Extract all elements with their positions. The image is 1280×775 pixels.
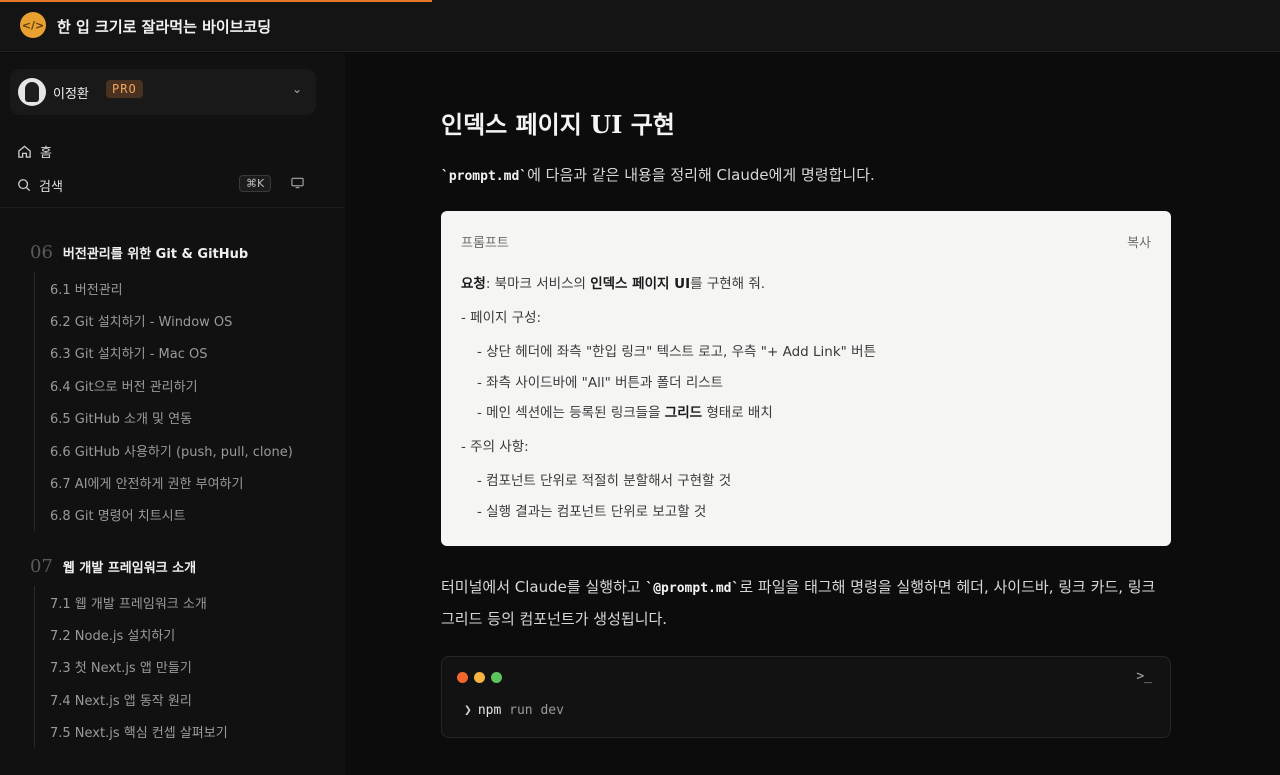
request-text: : 북마크 서비스의 — [485, 276, 591, 292]
lesson-item[interactable]: 7.3 첫 Next.js 앱 만들기 — [35, 651, 228, 683]
user-name: 이정환 — [53, 87, 89, 102]
monitor-icon[interactable] — [291, 177, 304, 189]
lesson-item[interactable]: 6.8 Git 명령어 치트시트 — [35, 499, 293, 531]
home-icon — [18, 144, 31, 158]
avatar — [18, 78, 46, 106]
item-text-end: 형태로 배치 — [702, 405, 773, 421]
inline-code: `@prompt.md` — [645, 581, 740, 596]
lesson-item[interactable]: 6.2 Git 설치하기 - Window OS — [35, 304, 293, 336]
lesson-item[interactable]: 6.3 Git 설치하기 - Mac OS — [35, 337, 293, 369]
lesson-item[interactable]: 6.7 AI에게 안전하게 권한 부여하기 — [35, 466, 293, 498]
chevron-down-icon[interactable]: ⌄ — [292, 82, 302, 96]
intro-text: 에 다음과 같은 내용을 정리해 Claude에게 명령합니다. — [527, 166, 875, 184]
lesson-item[interactable]: 6.5 GitHub 소개 및 연동 — [35, 402, 293, 434]
window-dot-red — [457, 672, 468, 683]
request-text-end: 를 구현해 줘. — [690, 276, 766, 292]
prompt-item: - 실행 결과는 컴포넌트 단위로 보고할 것 — [477, 504, 707, 520]
item-bold: 그리드 — [664, 405, 703, 421]
request-bold: 인덱스 페이지 UI — [590, 276, 691, 292]
nav-home[interactable]: 홈 — [17, 141, 52, 161]
body-text: 터미널에서 Claude를 실행하고 — [441, 578, 646, 596]
inline-code: `prompt.md` — [441, 169, 528, 184]
lesson-item[interactable]: 6.6 GitHub 사용하기 (push, pull, clone) — [35, 434, 293, 466]
terminal-command: ❯ npm run dev — [464, 703, 564, 718]
reading-progress-bar — [0, 0, 432, 2]
prompt-box: 프롬프트 복사 요청: 북마크 서비스의 인덱스 페이지 UI를 구현해 줘. … — [441, 211, 1171, 546]
app-logo-icon[interactable]: </> — [20, 12, 46, 38]
lesson-item[interactable]: 6.1 버전관리 — [35, 272, 293, 304]
chapter-heading-06[interactable]: 06 버전관리를 위한 Git & GitHub — [30, 242, 248, 263]
sidebar-divider — [0, 207, 345, 208]
intro-paragraph: `prompt.md`에 다음과 같은 내용을 정리해 Claude에게 명령합… — [441, 164, 875, 185]
plan-badge: PRO — [106, 80, 143, 98]
lesson-list-07: 7.1 웹 개발 프레임워크 소개 7.2 Node.js 설치하기 7.3 첫… — [34, 586, 228, 748]
prompt-item: - 좌측 사이드바에 "All" 버튼과 폴더 리스트 — [477, 375, 724, 391]
lesson-item[interactable]: 7.1 웹 개발 프레임워크 소개 — [35, 586, 228, 618]
prompt-item: - 상단 헤더에 좌측 "한입 링크" 텍스트 로고, 우측 "+ Add Li… — [477, 344, 876, 360]
lesson-item[interactable]: 7.5 Next.js 핵심 컨셉 살펴보기 — [35, 716, 228, 748]
lesson-item[interactable]: 7.2 Node.js 설치하기 — [35, 618, 228, 650]
prompt-symbol: ❯ — [464, 703, 472, 718]
chapter-title: 버전관리를 위한 Git & GitHub — [62, 247, 249, 262]
app-title[interactable]: 한 입 크기로 잘라먹는 바이브코딩 — [57, 16, 271, 37]
nav-search-label: 검색 — [39, 179, 63, 195]
nav-search[interactable]: 검색 ⌘K — [17, 175, 307, 195]
sidebar: 이정환 PRO ⌄ 홈 검색 ⌘K 06 버전관리를 위한 Git & GitH… — [0, 53, 345, 775]
terminal-icon: >_ — [1136, 669, 1152, 684]
window-dot-green — [491, 672, 502, 683]
lesson-item[interactable]: 6.4 Git으로 버전 관리하기 — [35, 369, 293, 401]
section-heading: 인덱스 페이지 UI 구현 — [441, 110, 675, 139]
body-paragraph: 터미널에서 Claude를 실행하고 `@prompt.md`로 파일을 태그해… — [441, 572, 1161, 634]
prompt-item: - 메인 섹션에는 등록된 링크들을 그리드 형태로 배치 — [477, 401, 773, 421]
main-content: 인덱스 페이지 UI 구현 `prompt.md`에 다음과 같은 내용을 정리… — [345, 53, 1280, 775]
search-shortcut-badge: ⌘K — [239, 175, 272, 192]
request-label: 요청 — [461, 276, 486, 292]
top-bar: </> 한 입 크기로 잘라먹는 바이브코딩 — [0, 0, 1280, 52]
chapter-heading-07[interactable]: 07 웹 개발 프레임워크 소개 — [30, 556, 196, 577]
item-text: - 메인 섹션에는 등록된 링크들을 — [477, 405, 665, 421]
lesson-item[interactable]: 7.4 Next.js 앱 동작 원리 — [35, 683, 228, 715]
chapter-number: 07 — [30, 556, 53, 577]
copy-button[interactable]: 복사 — [1127, 232, 1151, 251]
prompt-section: - 주의 사항: — [461, 439, 529, 455]
command-name: npm — [477, 703, 502, 718]
user-menu[interactable]: 이정환 PRO ⌄ — [10, 69, 316, 115]
prompt-section: - 페이지 구성: — [461, 310, 542, 326]
chapter-number: 06 — [30, 242, 53, 263]
window-dot-yellow — [474, 672, 485, 683]
command-args: run dev — [509, 703, 564, 718]
search-icon — [18, 179, 31, 192]
terminal-block: >_ ❯ npm run dev — [441, 656, 1171, 738]
chapter-title: 웹 개발 프레임워크 소개 — [62, 561, 197, 576]
prompt-label: 프롬프트 — [461, 236, 509, 251]
prompt-request: 요청: 북마크 서비스의 인덱스 페이지 UI를 구현해 줘. — [461, 272, 765, 292]
lesson-list-06: 6.1 버전관리 6.2 Git 설치하기 - Window OS 6.3 Gi… — [34, 272, 293, 532]
prompt-item: - 컴포넌트 단위로 적절히 분할해서 구현할 것 — [477, 473, 732, 489]
nav-home-label: 홈 — [40, 145, 52, 161]
